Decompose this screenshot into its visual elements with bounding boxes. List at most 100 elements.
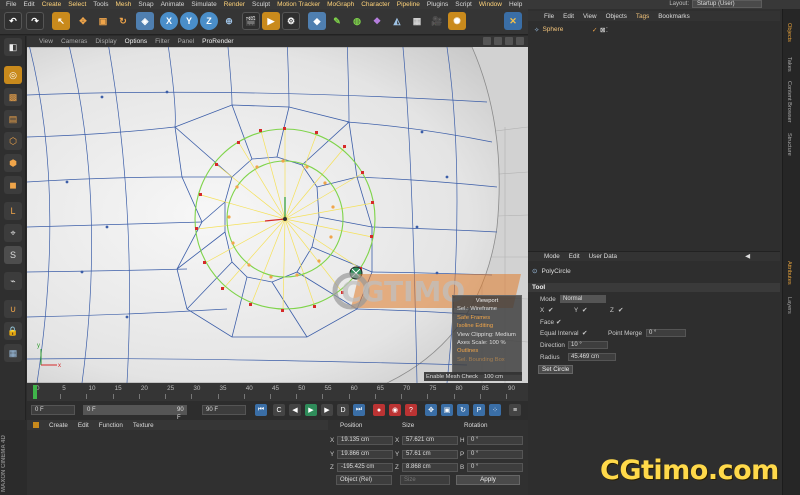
- polygons-mode-icon[interactable]: ◼: [4, 176, 22, 194]
- coordinate-system-icon[interactable]: ⊕: [220, 12, 238, 30]
- hud-outlines[interactable]: Outlines: [457, 347, 517, 355]
- menu-character[interactable]: Character: [361, 1, 390, 8]
- menu-snap[interactable]: Snap: [138, 1, 153, 8]
- points-mode-icon[interactable]: ⬡: [4, 132, 22, 150]
- rot-h-field[interactable]: 0 °: [467, 436, 523, 445]
- render-picture-icon[interactable]: ▶: [262, 12, 280, 30]
- select-tool-icon[interactable]: ↖: [52, 12, 70, 30]
- viewport-menu-display[interactable]: Display: [95, 38, 116, 45]
- viewport[interactable]: y x CGTIMO Viewport Sel.: Wireframe Safe…: [27, 47, 528, 383]
- orbit-icon[interactable]: [505, 37, 513, 45]
- material-menu-function[interactable]: Function: [99, 422, 123, 429]
- rotation-key-icon[interactable]: ↻: [457, 404, 469, 416]
- coordinate-mode-select[interactable]: Object (Rel): [336, 475, 392, 485]
- object-name[interactable]: Sphere: [542, 26, 563, 33]
- redo-icon[interactable]: ↷: [26, 12, 44, 30]
- magnet-icon[interactable]: ∪: [4, 300, 22, 318]
- texture-mode-icon[interactable]: ▩: [4, 88, 22, 106]
- autokey-icon[interactable]: ◉: [389, 404, 401, 416]
- x-checkbox[interactable]: ✔: [548, 307, 553, 314]
- pos-x-field[interactable]: 19.135 cm: [337, 436, 393, 445]
- menu-mesh[interactable]: Mesh: [115, 1, 131, 8]
- object-menu-tags[interactable]: Tags: [636, 13, 649, 20]
- object-menu-objects[interactable]: Objects: [606, 13, 627, 20]
- point-level-key-icon[interactable]: ⁘: [489, 404, 501, 416]
- object-menu-file[interactable]: File: [544, 13, 554, 20]
- keyframe-selection-icon[interactable]: ?: [405, 404, 417, 416]
- tweak-mode-icon[interactable]: ⌖: [4, 224, 22, 242]
- equal-interval-checkbox[interactable]: ✔: [582, 330, 587, 337]
- material-menu-texture[interactable]: Texture: [133, 422, 154, 429]
- pen-icon[interactable]: ✎: [328, 12, 346, 30]
- object-row-sphere[interactable]: ✧ Sphere ⁚ ✓ ⊠: [534, 25, 778, 34]
- attr-menu-mode[interactable]: Mode: [544, 253, 560, 260]
- menu-motion-tracker[interactable]: Motion Tracker: [277, 1, 320, 8]
- menu-file[interactable]: File: [6, 1, 16, 8]
- edit-mode-icon[interactable]: ✕: [504, 12, 522, 30]
- material-grip-icon[interactable]: [33, 422, 39, 428]
- layout-dropdown[interactable]: Startup (User): [692, 0, 762, 8]
- menu-edit[interactable]: Edit: [23, 1, 34, 8]
- position-key-icon[interactable]: ✥: [425, 404, 437, 416]
- grid-icon[interactable]: ▦: [4, 344, 22, 362]
- undo-icon[interactable]: ↶: [4, 12, 22, 30]
- material-menu-edit[interactable]: Edit: [78, 422, 89, 429]
- pan-icon[interactable]: [483, 37, 491, 45]
- apply-button[interactable]: Apply: [456, 475, 520, 485]
- z-checkbox[interactable]: ✔: [618, 307, 623, 314]
- hud-isoline[interactable]: Isoline Editing: [457, 322, 517, 330]
- prev-key-icon[interactable]: C: [273, 404, 285, 416]
- pos-y-field[interactable]: 19.866 cm: [337, 450, 393, 459]
- phong-tag-icon[interactable]: ⊠: [600, 26, 605, 34]
- tool-section[interactable]: Tool: [528, 283, 780, 292]
- object-menu-view[interactable]: View: [583, 13, 597, 20]
- timeline[interactable]: 0 5 10 15 20 25 30 35 40 45 50 55 60 65 70 75 80 85 90: [27, 383, 528, 401]
- side-tab-attributes[interactable]: Attributes: [786, 261, 792, 285]
- axis-z-icon[interactable]: Z: [200, 12, 218, 30]
- make-editable-icon[interactable]: ◧: [4, 38, 22, 56]
- subdivision-icon[interactable]: ◍: [348, 12, 366, 30]
- menu-sculpt[interactable]: Sculpt: [252, 1, 270, 8]
- next-frame-icon[interactable]: ▶: [321, 404, 333, 416]
- menu-tools[interactable]: Tools: [93, 1, 108, 8]
- frame-range-slider[interactable]: 0 F: [83, 405, 183, 415]
- render-view-icon[interactable]: 🎬: [242, 12, 260, 30]
- move-tool-icon[interactable]: ✥: [74, 12, 92, 30]
- end-frame-field[interactable]: 90 F: [202, 405, 246, 415]
- viewport-menu-cameras[interactable]: Cameras: [61, 38, 87, 45]
- side-tab-structure[interactable]: Structure: [786, 133, 792, 156]
- size-mode-select[interactable]: Size: [400, 475, 450, 485]
- back-arrow-icon[interactable]: ◀: [745, 253, 750, 260]
- next-key-icon[interactable]: D: [337, 404, 349, 416]
- toggle-view-icon[interactable]: [516, 37, 524, 45]
- deformer-icon[interactable]: ◭: [388, 12, 406, 30]
- mesh-check-label[interactable]: Enable Mesh Check: [426, 374, 478, 380]
- menu-pipeline[interactable]: Pipeline: [397, 1, 420, 8]
- play-icon[interactable]: ▶: [305, 404, 317, 416]
- size-z-field[interactable]: 8.868 cm: [402, 463, 458, 472]
- render-settings-icon[interactable]: ⚙: [282, 12, 300, 30]
- side-tab-objects[interactable]: Objects: [786, 23, 792, 42]
- material-menu-create[interactable]: Create: [49, 422, 68, 429]
- hud-safe-frames[interactable]: Safe Frames: [457, 314, 517, 322]
- parameter-key-icon[interactable]: P: [473, 404, 485, 416]
- menu-simulate[interactable]: Simulate: [191, 1, 216, 8]
- axis-mode-icon[interactable]: L: [4, 202, 22, 220]
- menu-plugins[interactable]: Plugins: [427, 1, 448, 8]
- menu-create[interactable]: Create: [42, 1, 62, 8]
- attr-menu-userdata[interactable]: User Data: [589, 253, 617, 260]
- enable-axis-icon[interactable]: ⌁: [4, 272, 22, 290]
- menu-select[interactable]: Select: [68, 1, 86, 8]
- snapping-icon[interactable]: S: [4, 246, 22, 264]
- timeline-settings-icon[interactable]: ≡: [509, 404, 521, 416]
- menu-animate[interactable]: Animate: [161, 1, 185, 8]
- lock-workplane-icon[interactable]: 🔒: [4, 322, 22, 340]
- y-checkbox[interactable]: ✔: [582, 307, 587, 314]
- model-mode-icon[interactable]: ◎: [4, 66, 22, 84]
- object-menu-edit[interactable]: Edit: [563, 13, 574, 20]
- workplane-icon[interactable]: ▤: [4, 110, 22, 128]
- hud-bounding[interactable]: Sel. Bounding Box: [457, 356, 517, 364]
- rotate-tool-icon[interactable]: ↻: [114, 12, 132, 30]
- zoom-icon[interactable]: [494, 37, 502, 45]
- light-icon[interactable]: ✺: [448, 12, 466, 30]
